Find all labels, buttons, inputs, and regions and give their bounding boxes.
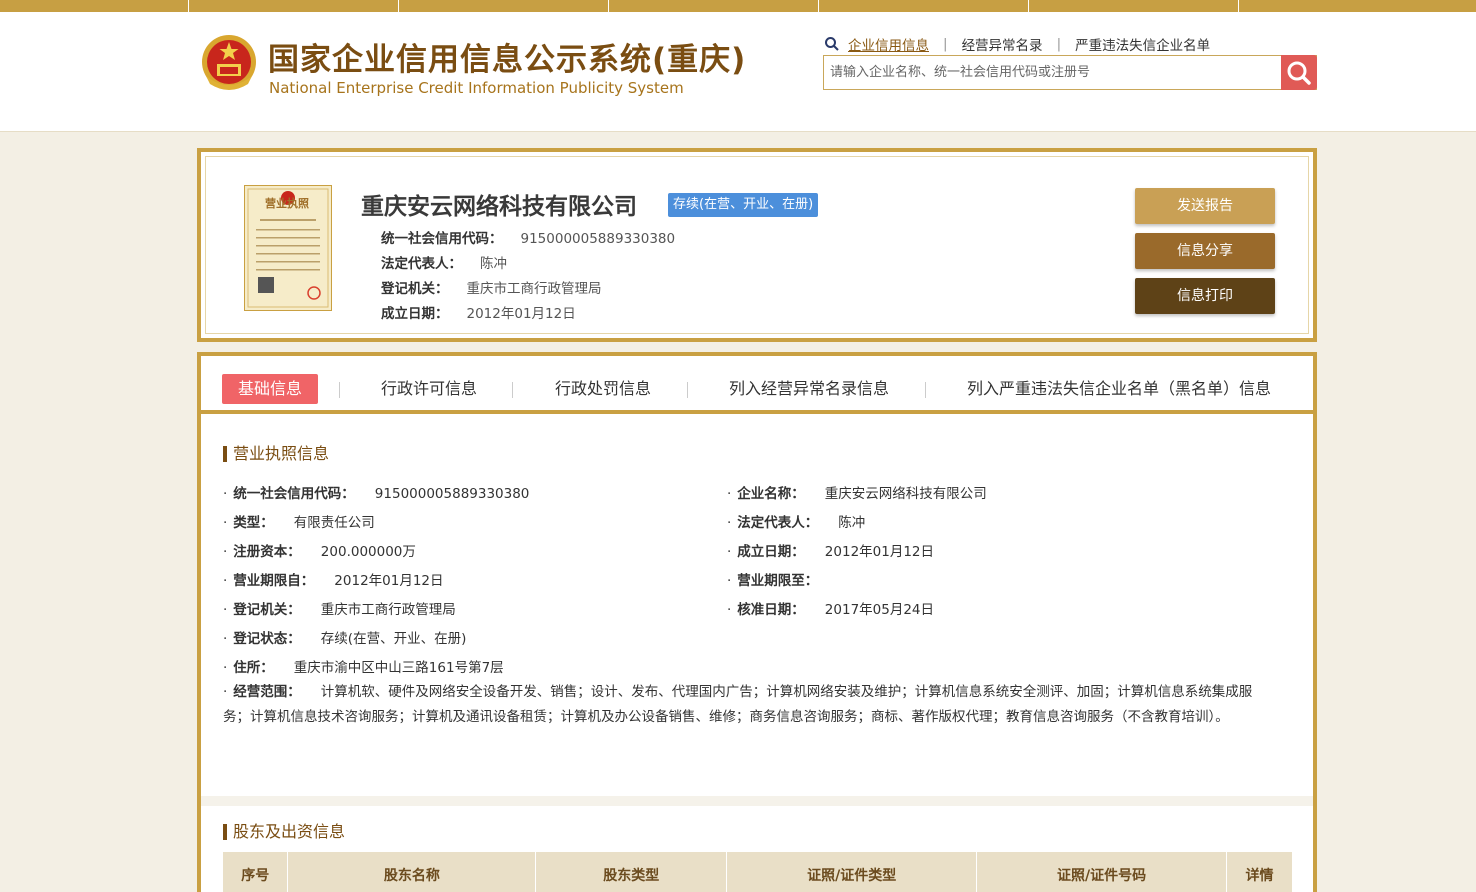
search-icon [1287, 61, 1311, 85]
registration-authority-row: 登记机关： 重庆市工商行政管理局 [381, 277, 602, 297]
info-row: · 成立日期： 2012年01月12日 [727, 544, 935, 560]
search-box [823, 55, 1317, 90]
establish-date-value: 2012年01月12日 [466, 306, 576, 322]
site-title: 国家企业信用信息公示系统(重庆) [268, 42, 747, 78]
shareholder-table: 序号 股东名称 股东类型 证照/证件类型 证照/证件号码 详情 [223, 852, 1293, 892]
col-shareholder-type: 股东类型 [535, 852, 728, 892]
info-value: 重庆市渝中区中山三路161号第7层 [293, 660, 504, 676]
top-gold-bar [0, 0, 1476, 12]
info-label: 法定代表人： [737, 515, 819, 531]
info-value: 200.000000万 [320, 544, 416, 560]
national-emblem-icon [202, 35, 256, 90]
establish-date-label: 成立日期： [381, 306, 449, 322]
info-label: 住所： [233, 660, 274, 676]
shareholder-section-title: 股东及出资信息 [223, 824, 345, 840]
credit-code-label: 统一社会信用代码： [381, 231, 503, 247]
tab-separator [512, 382, 513, 398]
col-shareholder-name: 股东名称 [287, 852, 537, 892]
info-row: · 类型： 有限责任公司 [223, 515, 375, 531]
info-label: 核准日期： [737, 602, 805, 618]
tab-abnormal-list[interactable]: 列入经营异常名录信息 [729, 374, 889, 404]
company-name: 重庆安云网络科技有限公司 [361, 194, 637, 220]
header-nav: 企业信用信息 | 经营异常名录 | 严重违法失信企业名单 [824, 34, 1210, 54]
scope-value: 计算机软、硬件及网络安全设备开发、销售；设计、发布、代理国内广告；计算机网络安装… [223, 684, 1253, 725]
tab-admin-penalty[interactable]: 行政处罚信息 [555, 374, 651, 404]
info-value: 2012年01月12日 [334, 573, 444, 589]
site-subtitle: National Enterprise Credit Information P… [269, 79, 684, 97]
info-value: 915000005889330380 [374, 486, 530, 502]
send-report-button[interactable]: 发送报告 [1135, 188, 1275, 224]
license-caption: 营业执照 [265, 196, 309, 210]
info-value: 重庆市工商行政管理局 [320, 602, 456, 618]
info-row: · 住所： 重庆市渝中区中山三路161号第7层 [223, 660, 504, 676]
nav-separator: | [1056, 36, 1062, 52]
scope-label: 经营范围： [233, 684, 301, 700]
info-row: · 统一社会信用代码： 915000005889330380 [223, 486, 530, 502]
credit-code-value: 915000005889330380 [520, 231, 676, 247]
tab-blacklist[interactable]: 列入严重违法失信企业名单（黑名单）信息 [967, 374, 1271, 404]
info-label: 营业期限至： [737, 573, 819, 589]
info-label: 营业期限自： [233, 573, 315, 589]
license-caption-text: 营业执照 [265, 196, 309, 210]
info-label: 类型： [233, 515, 274, 531]
tab-admin-license[interactable]: 行政许可信息 [381, 374, 477, 404]
col-cert-type: 证照/证件类型 [726, 852, 978, 892]
table-header-row: 序号 股东名称 股东类型 证照/证件类型 证照/证件号码 详情 [223, 852, 1293, 892]
legal-rep-label: 法定代表人： [381, 256, 462, 272]
info-row: · 营业期限至： [727, 573, 819, 589]
info-row: · 企业名称： 重庆安云网络科技有限公司 [727, 486, 987, 502]
business-scope: · 经营范围： 计算机软、硬件及网络安全设备开发、销售；设计、发布、代理国内广告；计… [223, 684, 1253, 725]
tab-bar: 基础信息 行政许可信息 行政处罚信息 列入经营异常名录信息 列入严重违法失信企业… [201, 356, 1313, 414]
search-small-icon [825, 37, 839, 51]
status-badge: 存续(在营、开业、在册) [668, 193, 819, 217]
registration-authority-value: 重庆市工商行政管理局 [466, 281, 602, 297]
license-section-title: 营业执照信息 [223, 446, 329, 462]
tab-separator [339, 382, 340, 398]
tab-basic-info[interactable]: 基础信息 [222, 374, 319, 404]
info-label: 登记机关： [233, 602, 301, 618]
search-button[interactable] [1281, 55, 1317, 90]
credit-code-row: 统一社会信用代码： 915000005889330380 [381, 227, 675, 247]
registration-authority-label: 登记机关： [381, 281, 449, 297]
info-value: 重庆安云网络科技有限公司 [824, 486, 987, 502]
company-summary-card: 营业执照 重庆安云网络科技有限公司 存续(在营、开业、在册) 统一社会信用代码：… [197, 148, 1317, 342]
share-info-button[interactable]: 信息分享 [1135, 233, 1275, 269]
info-row: · 法定代表人： 陈冲 [727, 515, 866, 531]
tab-separator [687, 382, 688, 398]
info-value: 有限责任公司 [293, 515, 375, 531]
nav-abnormal-list[interactable]: 经营异常名录 [962, 34, 1043, 54]
section-divider [201, 796, 1313, 806]
info-value: 2017年05月24日 [824, 602, 935, 618]
info-label: 企业名称： [737, 486, 805, 502]
print-info-button[interactable]: 信息打印 [1135, 278, 1275, 314]
info-label: 注册资本： [233, 544, 301, 560]
legal-rep-value: 陈冲 [480, 256, 507, 272]
info-value: 陈冲 [838, 515, 866, 531]
info-value: 2012年01月12日 [824, 544, 935, 560]
col-details: 详情 [1226, 852, 1293, 892]
nav-enterprise-credit[interactable]: 企业信用信息 [848, 34, 929, 54]
col-index: 序号 [223, 852, 289, 892]
info-row: · 登记机关： 重庆市工商行政管理局 [223, 602, 456, 618]
legal-rep-row: 法定代表人： 陈冲 [381, 252, 507, 272]
info-label: 成立日期： [737, 544, 805, 560]
nav-blacklist[interactable]: 严重违法失信企业名单 [1075, 34, 1210, 54]
info-row: · 登记状态： 存续(在营、开业、在册) [223, 631, 467, 647]
info-row: · 注册资本： 200.000000万 [223, 544, 416, 560]
info-value: 存续(在营、开业、在册) [320, 631, 467, 647]
info-label: 统一社会信用代码： [233, 486, 355, 502]
info-row: · 核准日期： 2017年05月24日 [727, 602, 935, 618]
col-cert-number: 证照/证件号码 [976, 852, 1227, 892]
site-header: 国家企业信用信息公示系统(重庆) National Enterprise Cre… [0, 12, 1476, 132]
tab-separator [925, 382, 926, 398]
search-input[interactable] [824, 56, 1280, 89]
establish-date-row: 成立日期： 2012年01月12日 [381, 302, 576, 322]
info-row: · 营业期限自： 2012年01月12日 [223, 573, 444, 589]
nav-separator: | [943, 36, 948, 52]
detail-panel: 基础信息 行政许可信息 行政处罚信息 列入经营异常名录信息 列入严重违法失信企业… [197, 352, 1317, 892]
info-label: 登记状态： [233, 631, 301, 647]
